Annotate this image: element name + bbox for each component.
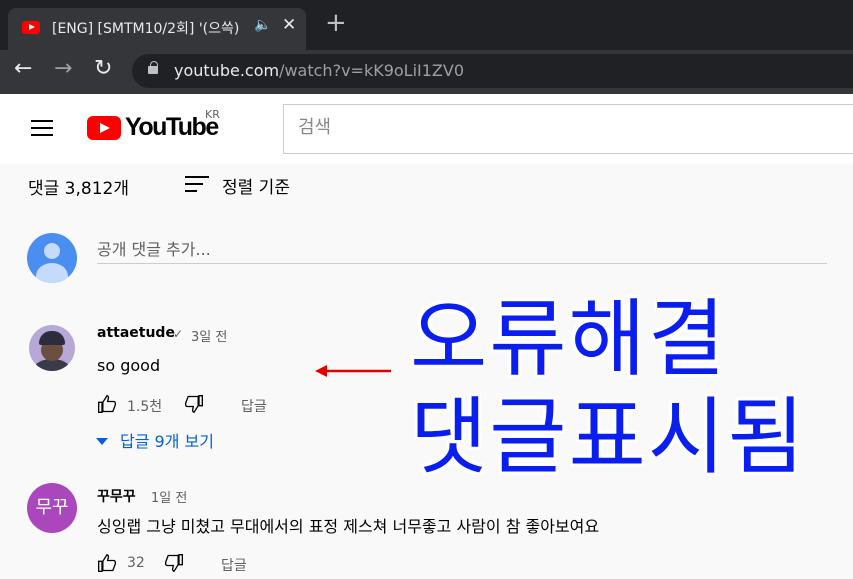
thumbs-down-icon[interactable] — [164, 553, 184, 573]
close-icon[interactable]: ✕ — [282, 15, 296, 35]
thumbs-up-icon[interactable] — [97, 394, 117, 414]
overlay-caption: 오류해결 댓글표시됨 — [380, 270, 840, 486]
overlay-line-2: 댓글표시됨 — [410, 388, 807, 486]
thumbs-up-icon[interactable] — [97, 553, 117, 573]
comment-time[interactable]: 1일 전 — [151, 487, 187, 506]
youtube-logo-text[interactable]: YouTube — [125, 113, 219, 142]
comment-time[interactable]: 3일 전 — [191, 326, 227, 345]
url-host: youtube.com — [174, 61, 280, 80]
back-arrow-icon[interactable]: ← — [14, 56, 32, 81]
thumbs-down-icon[interactable] — [184, 394, 204, 414]
browser-tab[interactable]: [ENG] [SMTM10/2회] '(으쓱) 🔈 ✕ — [8, 8, 306, 50]
youtube-logo-icon[interactable] — [87, 116, 121, 140]
commenter-avatar[interactable]: 무꾸 — [27, 483, 77, 533]
address-bar[interactable]: youtube.com/watch?v=kK9oLiI1ZV0 — [132, 54, 853, 88]
new-tab-button[interactable]: + — [325, 10, 347, 36]
reload-icon[interactable]: ↻ — [94, 56, 112, 81]
lock-icon — [148, 61, 158, 74]
region-code: KR — [205, 108, 220, 121]
speaker-icon[interactable]: 🔈 — [254, 17, 271, 33]
youtube-header: YouTube KR — [0, 94, 853, 164]
tab-title: [ENG] [SMTM10/2회] '(으쓱) — [52, 21, 240, 37]
comment-text: 싱잉랩 그냥 미쳤고 무대에서의 표정 제스쳐 너무좋고 사람이 참 좋아보여요 — [97, 517, 600, 536]
url-text[interactable]: youtube.com/watch?v=kK9oLiI1ZV0 — [174, 61, 464, 80]
browser-tab-bar: [ENG] [SMTM10/2회] '(으쓱) 🔈 ✕ + — [0, 0, 853, 50]
comment-text: so good — [97, 356, 161, 375]
view-replies-label: 답글 9개 보기 — [120, 432, 214, 451]
reply-button[interactable]: 답글 — [241, 396, 267, 416]
comment-count: 댓글 3,812개 — [28, 179, 129, 199]
browser-toolbar: ← → ↻ youtube.com/watch?v=kK9oLiI1ZV0 — [0, 50, 853, 94]
forward-arrow-icon[interactable]: → — [54, 56, 72, 81]
search-box[interactable] — [283, 104, 853, 154]
youtube-favicon-icon — [22, 21, 40, 34]
add-comment-input[interactable]: 공개 댓글 추가... — [97, 234, 827, 264]
user-avatar — [27, 233, 77, 283]
url-path: /watch?v=kK9oLiI1ZV0 — [279, 61, 465, 80]
like-count: 1.5천 — [127, 399, 163, 415]
view-replies-button[interactable]: 답글 9개 보기 — [96, 428, 214, 452]
comment-author[interactable]: 꾸무꾸 — [97, 486, 136, 506]
sort-icon[interactable] — [185, 176, 209, 194]
menu-icon[interactable] — [31, 120, 53, 136]
commenter-avatar[interactable] — [29, 325, 75, 371]
sort-button[interactable]: 정렬 기준 — [222, 173, 290, 198]
search-input[interactable] — [298, 117, 798, 138]
reply-button[interactable]: 답글 — [221, 555, 247, 575]
caret-down-icon — [96, 438, 108, 445]
check-icon: ✓ — [173, 327, 184, 341]
comment-author[interactable]: attaetude — [97, 325, 175, 341]
like-count: 32 — [127, 555, 145, 571]
